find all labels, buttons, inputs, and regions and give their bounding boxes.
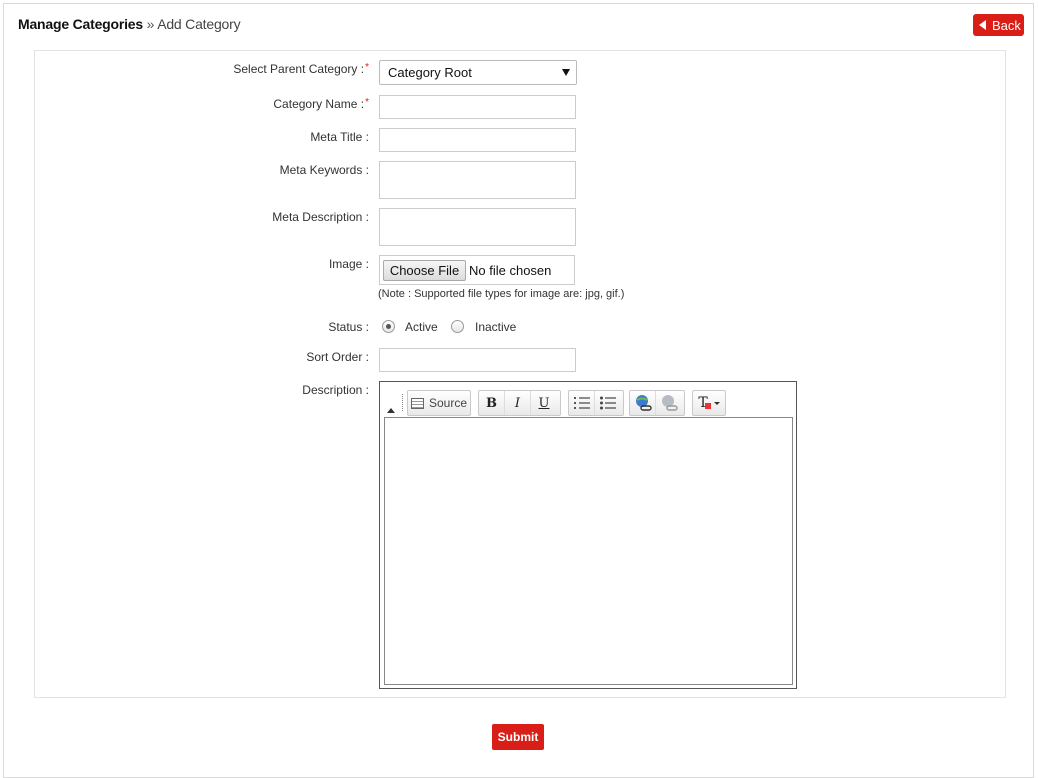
parent-category-select[interactable]: Category Root [379,60,577,85]
status-inactive-label[interactable]: Inactive [475,320,516,334]
collapse-toolbar-icon[interactable] [387,408,395,413]
color-group: T [692,390,726,416]
category-name-label-text: Category Name : [273,97,365,111]
image-file-input[interactable]: Choose File No file chosen [379,255,575,285]
meta-description-textarea[interactable] [379,208,576,246]
description-editor: Source B I U T [379,381,797,689]
meta-keywords-label: Meta Keywords : [279,163,369,177]
underline-icon[interactable]: U [531,391,557,415]
parent-category-label-text: Select Parent Category : [233,62,365,76]
back-button-label: Back [992,17,1021,33]
back-button[interactable]: Back [973,14,1024,36]
text-color-icon: T [698,395,708,411]
meta-title-label: Meta Title : [310,130,369,144]
submit-button[interactable]: Submit [492,724,544,750]
source-button[interactable]: Source [408,391,470,415]
meta-description-label: Meta Description : [272,210,369,224]
required-marker: * [365,62,369,73]
sort-order-input[interactable] [379,348,576,372]
source-label: Source [428,396,468,410]
file-status-text: No file chosen [469,263,552,278]
chevron-down-icon [713,401,720,405]
text-color-button[interactable]: T [693,391,725,415]
status-label: Status : [328,320,369,334]
status-inactive-radio[interactable] [451,320,464,333]
required-marker: * [365,97,369,108]
meta-title-input[interactable] [379,128,576,152]
source-group: Source [407,390,471,416]
source-icon [410,397,424,409]
back-arrow-icon [979,20,986,30]
bold-icon[interactable]: B [479,391,505,415]
image-note: (Note : Supported file types for image a… [378,288,625,300]
list-group [568,390,624,416]
meta-keywords-textarea[interactable] [379,161,576,199]
status-active-radio[interactable] [382,320,395,333]
description-editable-area[interactable] [384,417,793,685]
parent-category-value: Category Root [388,65,472,80]
italic-icon[interactable]: I [505,391,531,415]
format-group: B I U [478,390,561,416]
breadcrumb-current: Add Category [157,16,241,32]
link-icon[interactable] [630,391,656,415]
choose-file-button[interactable]: Choose File [383,260,466,281]
category-name-input[interactable] [379,95,576,119]
toolbar-grip [402,394,404,411]
image-label: Image : [328,257,369,271]
dropdown-arrow-icon [562,69,570,76]
breadcrumb-separator: » [142,16,158,32]
breadcrumb: Manage Categories » Add Category [18,16,241,32]
unlink-icon[interactable] [656,391,682,415]
numbered-list-icon[interactable] [569,391,595,415]
bulleted-list-icon[interactable] [595,391,621,415]
parent-category-label: Select Parent Category :* [233,62,369,76]
link-group [629,390,685,416]
sort-order-label: Sort Order : [306,350,369,364]
editor-toolbar: Source B I U T [384,386,793,418]
description-label: Description : [302,383,369,397]
category-name-label: Category Name :* [273,97,369,111]
status-active-label[interactable]: Active [405,320,438,334]
breadcrumb-root[interactable]: Manage Categories [18,16,143,32]
